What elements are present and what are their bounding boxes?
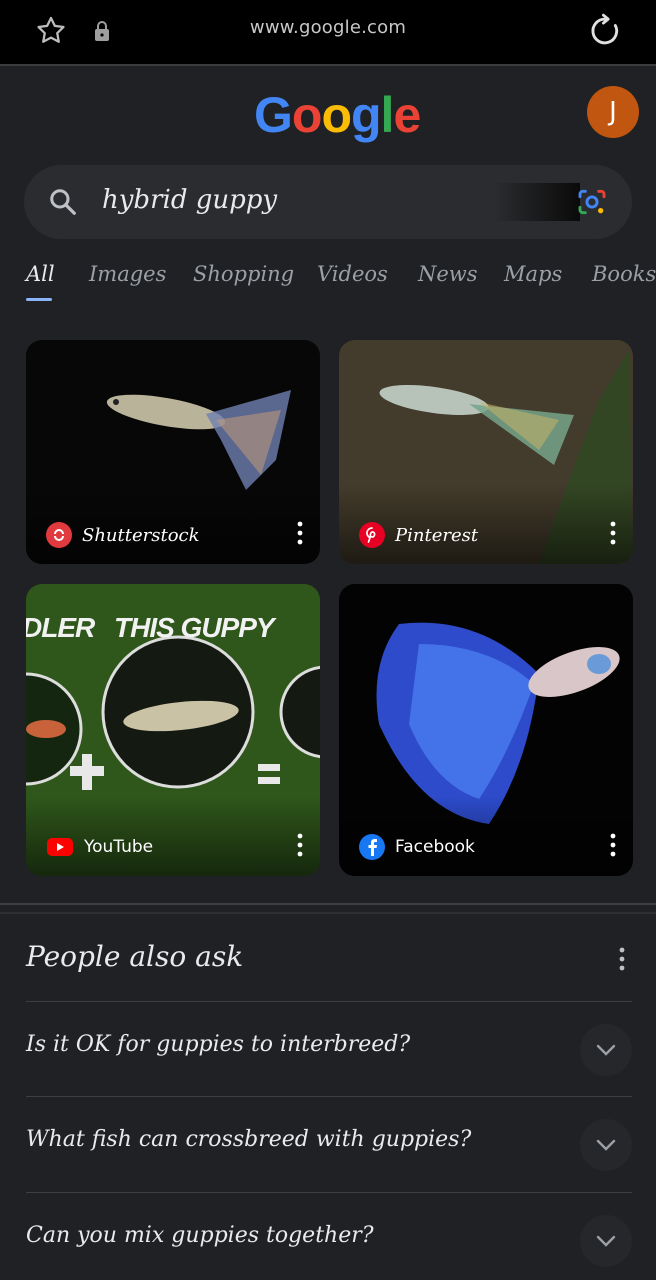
tab-videos[interactable]: Videos: [317, 262, 388, 286]
tab-images[interactable]: Images: [89, 262, 166, 286]
browser-toolbar: www.google.com: [0, 0, 656, 66]
reload-icon[interactable]: [586, 12, 624, 50]
related-question[interactable]: What fish can crossbreed with guppies?: [26, 1096, 632, 1190]
chevron-down-icon: [596, 1139, 616, 1151]
image-result-card[interactable]: Pinterest: [339, 340, 633, 564]
expand-button[interactable]: [580, 1215, 632, 1267]
related-question[interactable]: Can you mix guppies together?: [26, 1192, 632, 1280]
address-bar-url[interactable]: www.google.com: [0, 17, 656, 38]
tab-maps[interactable]: Maps: [504, 262, 562, 286]
more-vert-icon[interactable]: [609, 832, 617, 858]
logo-letter: l: [380, 87, 395, 143]
expand-button[interactable]: [580, 1119, 632, 1171]
image-source-label: Shutterstock: [82, 524, 200, 546]
logo-letter: g: [351, 87, 382, 143]
tab-shopping[interactable]: Shopping: [193, 262, 294, 286]
google-lens-icon[interactable]: [576, 186, 608, 218]
logo-letter: e: [393, 87, 421, 143]
more-vert-icon[interactable]: [296, 520, 304, 546]
chevron-down-icon: [596, 1235, 616, 1247]
tab-books[interactable]: Books: [592, 262, 656, 286]
image-source-label: YouTube: [84, 837, 154, 857]
thumbnail-text-left: DLER: [26, 612, 95, 643]
shutterstock-icon: [46, 522, 72, 548]
related-question-text: What fish can crossbreed with guppies?: [26, 1127, 472, 1152]
more-vert-icon[interactable]: [618, 946, 626, 972]
image-result-card[interactable]: Shutterstock: [26, 340, 320, 564]
search-bar[interactable]: hybrid guppy: [24, 165, 632, 239]
logo-letter: o: [291, 87, 323, 143]
search-input-fade: [494, 183, 580, 221]
search-icon: [50, 189, 76, 215]
search-tabs: All Images Shopping Videos News Maps Boo…: [0, 258, 656, 306]
section-divider: [0, 912, 656, 914]
image-result-card[interactable]: DLER THIS GUPPY YouTube: [26, 584, 320, 876]
search-input[interactable]: hybrid guppy: [102, 185, 277, 215]
active-tab-indicator: [26, 298, 52, 301]
logo-letter: G: [254, 87, 293, 143]
people-also-ask-heading: People also ask: [26, 940, 244, 973]
google-logo[interactable]: Google: [254, 86, 421, 144]
related-question[interactable]: Is it OK for guppies to interbreed?: [26, 1001, 632, 1095]
account-avatar[interactable]: J: [587, 86, 639, 138]
logo-letter: o: [321, 87, 352, 143]
tab-all[interactable]: All: [26, 262, 55, 286]
more-vert-icon[interactable]: [609, 520, 617, 546]
youtube-icon: [46, 834, 74, 860]
image-result-card[interactable]: Facebook: [339, 584, 633, 876]
expand-button[interactable]: [580, 1024, 632, 1076]
more-vert-icon[interactable]: [296, 832, 304, 858]
pinterest-icon: [359, 522, 385, 548]
tab-news[interactable]: News: [418, 262, 478, 286]
facebook-icon: [359, 834, 385, 860]
thumbnail-text-right: THIS GUPPY: [114, 612, 275, 643]
section-divider: [0, 903, 656, 905]
image-source-label: Facebook: [395, 837, 475, 857]
chevron-down-icon: [596, 1044, 616, 1056]
image-source-label: Pinterest: [395, 524, 479, 546]
related-question-text: Is it OK for guppies to interbreed?: [26, 1032, 411, 1057]
related-question-text: Can you mix guppies together?: [26, 1223, 374, 1248]
